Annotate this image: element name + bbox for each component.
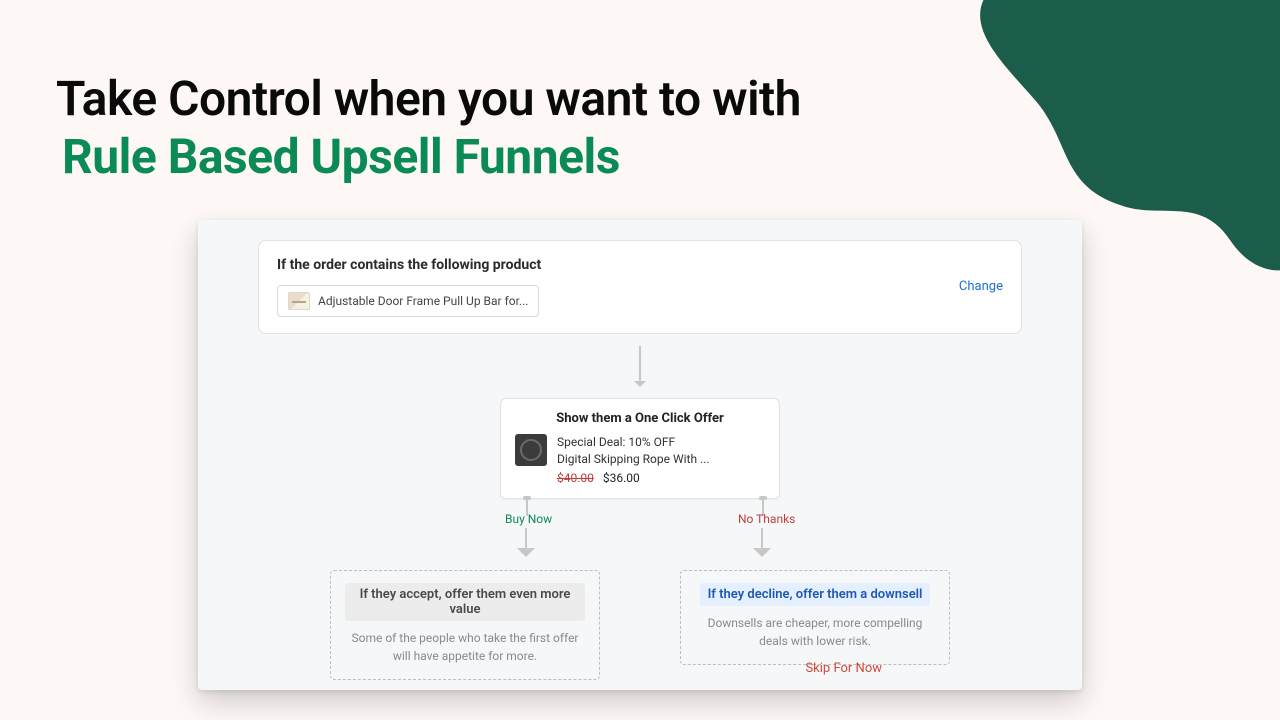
arrow-down-icon [761,528,763,556]
offer-card[interactable]: Show them a One Click Offer Special Deal… [500,398,780,499]
accept-result-sub: Some of the people who take the first of… [345,629,585,665]
decline-result-sub: Downsells are cheaper, more compelling d… [695,614,935,650]
change-product-link[interactable]: Change [959,279,1003,294]
offer-title: Show them a One Click Offer [515,411,765,426]
trigger-product-name: Adjustable Door Frame Pull Up Bar for... [318,294,528,308]
headline-line2: Rule Based Upsell Funnels [62,128,801,186]
offer-meta: Special Deal: 10% OFF Digital Skipping R… [557,434,710,486]
skip-for-now-link[interactable]: Skip For Now [805,661,882,676]
offer-price-original: $40.00 [557,471,594,485]
offer-deal-label: Special Deal: 10% OFF [557,434,710,451]
decline-result-card[interactable]: If they decline, offer them a downsell D… [680,570,950,665]
offer-product-thumb-icon [515,434,547,466]
arrow-down-icon [639,346,641,386]
decline-result-heading: If they decline, offer them a downsell [700,583,931,606]
trigger-product-chip[interactable]: Adjustable Door Frame Pull Up Bar for... [277,285,539,317]
funnel-editor-panel: If the order contains the following prod… [198,220,1082,690]
trigger-card: If the order contains the following prod… [258,240,1022,334]
offer-product-name: Digital Skipping Rope With ... [557,451,710,468]
arrow-down-icon [525,528,527,556]
branch-decline-label: No Thanks [738,512,795,526]
funnel-flow: Show them a One Click Offer Special Deal… [258,340,1022,670]
branch-accept-label: Buy Now [505,512,552,526]
product-thumb-icon [288,292,310,310]
trigger-title: If the order contains the following prod… [277,257,1003,273]
accept-result-card[interactable]: If they accept, offer them even more val… [330,570,600,680]
offer-price-discounted: $36.00 [603,471,640,485]
headline: Take Control when you want to with Rule … [56,70,801,185]
headline-line1: Take Control when you want to with [56,70,801,128]
accept-result-heading: If they accept, offer them even more val… [345,583,585,621]
